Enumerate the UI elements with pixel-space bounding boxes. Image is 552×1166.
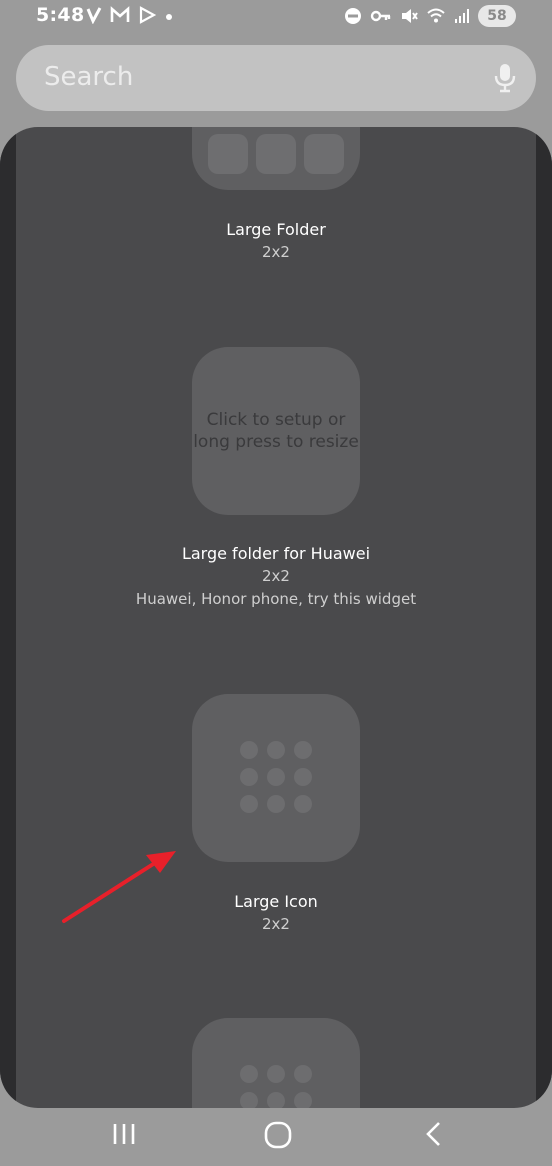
do-not-disturb-icon (345, 8, 361, 24)
search-bar[interactable]: Search (16, 45, 536, 111)
check-icon (86, 7, 102, 24)
back-icon[interactable] (420, 1120, 448, 1148)
play-store-icon (139, 6, 156, 24)
signal-icon (455, 9, 469, 23)
mic-icon[interactable] (494, 63, 516, 93)
search-input[interactable]: Search (44, 62, 133, 92)
key-icon (370, 10, 391, 22)
dot-icon (166, 14, 172, 20)
wifi-icon (427, 8, 445, 23)
status-time: 5:48 (36, 4, 85, 26)
gmail-icon (110, 6, 130, 22)
system-status-icons: 58 (344, 5, 516, 27)
notification-icons (86, 6, 174, 24)
mute-icon (402, 9, 418, 23)
annotation-arrow-icon (62, 851, 176, 923)
recents-icon[interactable] (110, 1120, 138, 1148)
status-bar: 5:48 58 (0, 0, 552, 34)
battery-icon: 58 (478, 5, 516, 27)
battery-level: 58 (487, 8, 507, 24)
navigation-bar (0, 1108, 552, 1166)
widget-list-panel[interactable]: Large Folder 2x2 Click to setup or long … (0, 127, 552, 1108)
home-icon[interactable] (263, 1120, 293, 1150)
